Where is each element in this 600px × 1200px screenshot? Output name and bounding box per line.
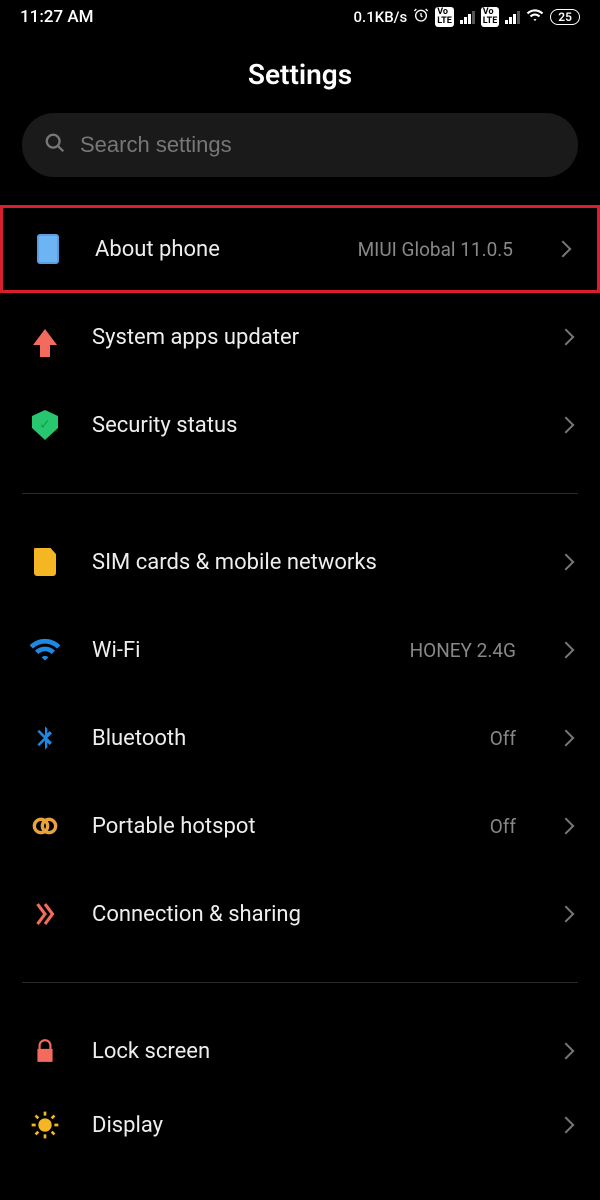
row-value: MIUI Global 11.0.5: [358, 238, 513, 261]
divider: [22, 493, 578, 494]
connection-sharing-icon: [28, 897, 62, 931]
chevron-right-icon: [558, 906, 575, 923]
row-label: SIM cards & mobile networks: [92, 550, 516, 575]
row-label: Wi-Fi: [92, 638, 380, 663]
phone-icon: [31, 232, 65, 266]
row-display[interactable]: Display: [0, 1095, 600, 1155]
row-label: About phone: [95, 237, 328, 262]
row-label: System apps updater: [92, 325, 516, 350]
sim1-signal-icon: [460, 10, 475, 24]
chevron-right-icon: [555, 241, 572, 258]
sim1-volte-icon: VoLTE: [435, 7, 454, 27]
row-about-phone[interactable]: About phone MIUI Global 11.0.5: [0, 205, 600, 293]
chevron-right-icon: [558, 730, 575, 747]
sim2-volte-icon: VoLTE: [481, 7, 500, 27]
wifi-icon: [28, 633, 62, 667]
chevron-right-icon: [558, 329, 575, 346]
row-label: Connection & sharing: [92, 902, 516, 927]
page-title: Settings: [0, 58, 600, 91]
chevron-right-icon: [558, 1043, 575, 1060]
row-connection-sharing[interactable]: Connection & sharing: [0, 870, 600, 958]
bluetooth-icon: [28, 721, 62, 755]
row-value: HONEY 2.4G: [410, 639, 516, 662]
arrow-up-icon: [28, 320, 62, 354]
data-rate: 0.1KB/s: [354, 8, 408, 26]
shield-check-icon: ✓: [28, 408, 62, 442]
chevron-right-icon: [558, 642, 575, 659]
alarm-icon: [413, 7, 429, 27]
row-label: Display: [92, 1113, 516, 1138]
search-icon: [44, 132, 66, 158]
row-value: Off: [490, 815, 516, 838]
search-input[interactable]: [80, 132, 556, 158]
chevron-right-icon: [558, 1117, 575, 1134]
lock-icon: [28, 1034, 62, 1068]
row-label: Security status: [92, 413, 516, 438]
row-system-apps-updater[interactable]: System apps updater: [0, 293, 600, 381]
row-label: Bluetooth: [92, 726, 460, 751]
chevron-right-icon: [558, 417, 575, 434]
row-lock-screen[interactable]: Lock screen: [0, 1007, 600, 1095]
row-wifi[interactable]: Wi-Fi HONEY 2.4G: [0, 606, 600, 694]
row-hotspot[interactable]: Portable hotspot Off: [0, 782, 600, 870]
divider: [22, 982, 578, 983]
row-bluetooth[interactable]: Bluetooth Off: [0, 694, 600, 782]
status-time: 11:27 AM: [20, 7, 94, 27]
status-right: 0.1KB/s VoLTE VoLTE 25: [354, 6, 581, 28]
row-security-status[interactable]: ✓ Security status: [0, 381, 600, 469]
chevron-right-icon: [558, 554, 575, 571]
sun-icon: [28, 1108, 62, 1142]
row-sim-networks[interactable]: SIM cards & mobile networks: [0, 518, 600, 606]
sim-card-icon: [28, 545, 62, 579]
status-bar: 11:27 AM 0.1KB/s VoLTE VoLTE 25: [0, 0, 600, 34]
wifi-status-icon: [526, 6, 544, 28]
battery-icon: 25: [550, 9, 580, 25]
row-value: Off: [490, 727, 516, 750]
sim2-signal-icon: [505, 10, 520, 24]
chevron-right-icon: [558, 818, 575, 835]
row-label: Portable hotspot: [92, 814, 460, 839]
hotspot-icon: [28, 809, 62, 843]
search-bar[interactable]: [22, 113, 578, 177]
row-label: Lock screen: [92, 1039, 516, 1064]
